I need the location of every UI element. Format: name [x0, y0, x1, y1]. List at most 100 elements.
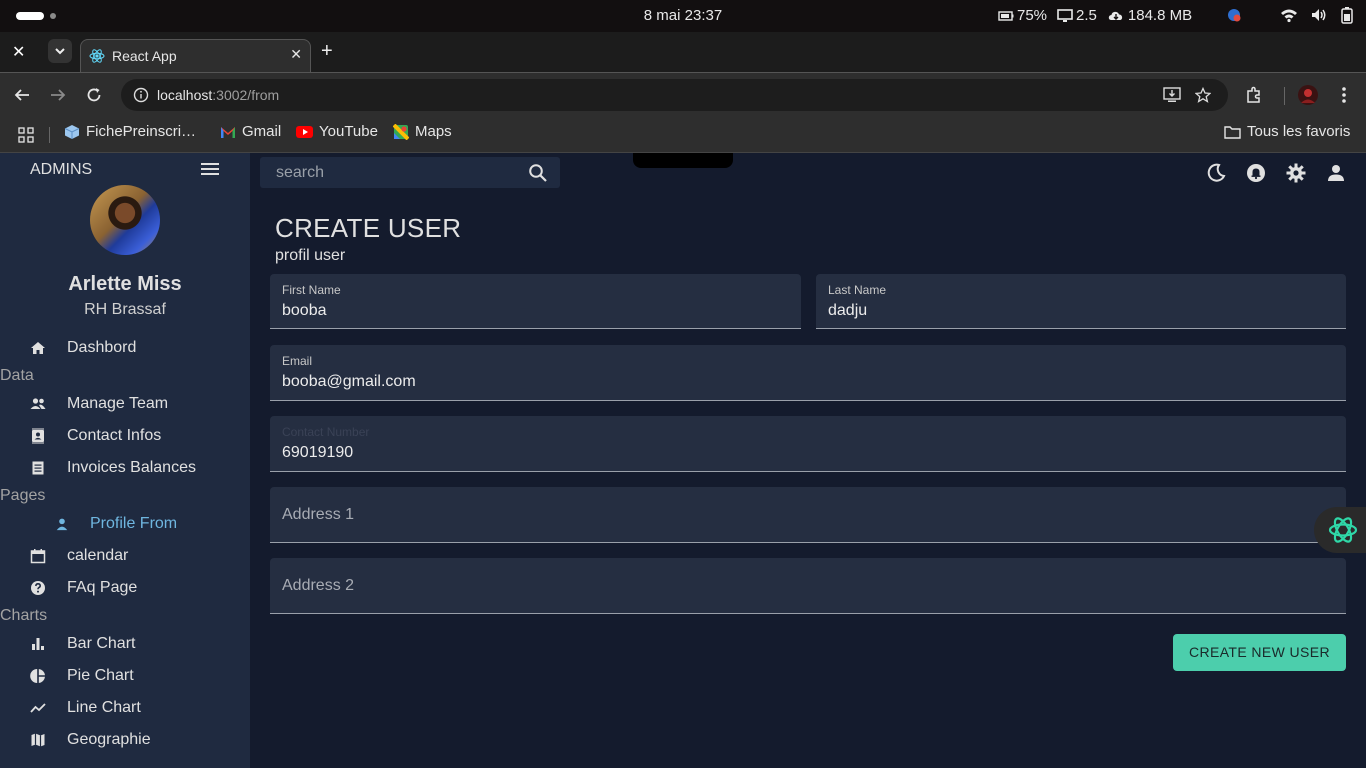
- browser-tab-active[interactable]: React App ✕: [80, 39, 311, 72]
- home-icon: [31, 342, 45, 354]
- sidebar-item-label: Dashbord: [67, 339, 137, 356]
- sidebar-item-dashboard[interactable]: Dashbord: [30, 339, 136, 357]
- system-stats: 75% 2.5 184.8 MB: [998, 7, 1192, 24]
- os-top-bar: 8 mai 23:37 75% 2.5 184.8 MB: [0, 0, 1366, 32]
- wifi-icon[interactable]: [1280, 7, 1298, 23]
- sidebar-item-label: Contact Infos: [67, 427, 162, 444]
- contact-number-field[interactable]: Contact Number 69019190: [270, 416, 1346, 472]
- sidebar-item-manage-team[interactable]: Manage Team: [30, 395, 168, 413]
- contacts-icon: [32, 428, 44, 444]
- first-name-value[interactable]: booba: [282, 302, 327, 320]
- section-data: Data: [0, 367, 34, 384]
- apps-grid-icon[interactable]: [18, 127, 34, 143]
- gmail-icon: [221, 126, 235, 138]
- sidebar-item-label: Line Chart: [67, 699, 141, 716]
- system-tray: [1226, 6, 1354, 24]
- sidebar-item-pie-chart[interactable]: Pie Chart: [30, 667, 134, 685]
- monitor-icon: [1057, 8, 1073, 22]
- search-icon[interactable]: [528, 163, 548, 183]
- sidebar-item-label: FAq Page: [67, 579, 138, 596]
- sidebar-item-label: Manage Team: [67, 395, 169, 412]
- tab-title: React App: [112, 48, 177, 64]
- memory-stat: 184.8 MB: [1107, 7, 1192, 24]
- settings-gear-icon[interactable]: [1286, 163, 1306, 183]
- hamburger-menu-icon[interactable]: [200, 162, 220, 176]
- forward-icon[interactable]: [49, 86, 67, 104]
- new-tab-icon[interactable]: +: [321, 40, 333, 63]
- address1-field[interactable]: Address 1: [270, 487, 1346, 543]
- memory-value: 184.8 MB: [1127, 7, 1193, 24]
- all-bookmarks[interactable]: Tous les favoris: [1224, 123, 1350, 140]
- close-tab-icon[interactable]: ✕: [290, 46, 302, 63]
- notifications-icon[interactable]: [1246, 163, 1266, 183]
- search-input[interactable]: [260, 157, 520, 188]
- map-icon: [31, 733, 45, 747]
- profile-avatar-icon[interactable]: [1297, 84, 1319, 106]
- load-value: 2.5: [1076, 7, 1097, 24]
- sidebar-item-label: Bar Chart: [67, 635, 136, 652]
- toolbar-divider: [1284, 87, 1285, 105]
- search-box: [260, 157, 560, 188]
- bookmark-label: FichePreinscri…: [86, 123, 197, 140]
- bookmark-maps[interactable]: Maps: [393, 123, 452, 140]
- close-window-icon[interactable]: ✕: [12, 42, 32, 62]
- reload-icon[interactable]: [85, 86, 103, 104]
- app-status-icon[interactable]: [1226, 7, 1242, 23]
- address-bar[interactable]: localhost:3002/from: [121, 79, 1228, 111]
- section-charts: Charts: [0, 607, 48, 624]
- url-path: :3002/from: [212, 87, 280, 103]
- extensions-icon[interactable]: [1245, 86, 1263, 104]
- last-name-field[interactable]: Last Name dadju: [816, 274, 1346, 329]
- ai-assistant-button[interactable]: [1314, 507, 1366, 553]
- contact-number-value[interactable]: 69019190: [282, 444, 353, 462]
- create-new-user-button[interactable]: CREATE NEW USER: [1173, 634, 1346, 671]
- sidebar-item-contact-infos[interactable]: Contact Infos: [30, 427, 161, 445]
- sidebar-item-profile-from[interactable]: Profile From: [55, 515, 177, 533]
- sidebar-item-line-chart[interactable]: Line Chart: [30, 699, 141, 717]
- site-info-icon[interactable]: [133, 87, 149, 103]
- browser-menu-icon[interactable]: [1336, 86, 1352, 104]
- account-icon[interactable]: [1326, 163, 1346, 183]
- sidebar-item-label: calendar: [67, 547, 129, 564]
- bookmark-fichepreinscri[interactable]: FichePreinscri…: [64, 123, 196, 140]
- sidebar-item-label: Profile From: [90, 515, 178, 532]
- bookmarks-bar: FichePreinscri… Gmail YouTube Maps Tous …: [0, 117, 1366, 153]
- contact-number-label: Contact Number: [282, 425, 370, 439]
- bookmark-youtube[interactable]: YouTube: [296, 123, 378, 140]
- youtube-icon: [296, 125, 313, 138]
- sidebar-item-invoices[interactable]: Invoices Balances: [30, 459, 196, 477]
- receipt-icon: [32, 461, 44, 475]
- bookmark-star-icon[interactable]: [1195, 87, 1211, 103]
- first-name-label: First Name: [282, 283, 341, 297]
- sidebar-item-geographie[interactable]: Geographie: [30, 731, 151, 749]
- calendar-icon: [30, 549, 46, 564]
- tab-search-button[interactable]: [48, 39, 72, 63]
- bar-chart-icon: [32, 638, 44, 650]
- address1-placeholder: Address 1: [282, 506, 355, 523]
- bookmark-label: YouTube: [319, 123, 378, 140]
- ai-assistant-icon: [1328, 517, 1358, 543]
- sidebar-item-bar-chart[interactable]: Bar Chart: [30, 635, 135, 653]
- install-app-icon[interactable]: [1163, 87, 1181, 103]
- sidebar-item-calendar[interactable]: calendar: [30, 547, 128, 565]
- url-text[interactable]: localhost:3002/from: [157, 87, 279, 103]
- back-icon[interactable]: [13, 86, 31, 104]
- volume-icon[interactable]: [1310, 7, 1328, 23]
- cube-icon: [64, 124, 80, 139]
- browser-toolbar: localhost:3002/from: [0, 72, 1366, 117]
- last-name-value[interactable]: dadju: [828, 302, 867, 320]
- cloud-download-icon: [1108, 11, 1123, 20]
- sidebar-item-label: Geographie: [67, 731, 151, 748]
- email-field[interactable]: Email booba@gmail.com: [270, 345, 1346, 401]
- dark-mode-icon[interactable]: [1206, 163, 1226, 183]
- all-bookmarks-label: Tous les favoris: [1247, 123, 1351, 140]
- email-value[interactable]: booba@gmail.com: [282, 373, 416, 391]
- react-icon: [89, 49, 105, 63]
- address2-field[interactable]: Address 2: [270, 558, 1346, 614]
- battery-tray-icon[interactable]: [1340, 6, 1354, 24]
- email-label: Email: [282, 354, 313, 368]
- first-name-field[interactable]: First Name booba: [270, 274, 801, 329]
- bookmark-gmail[interactable]: Gmail: [220, 123, 281, 140]
- person-icon: [56, 518, 68, 531]
- sidebar-item-faq[interactable]: FAq Page: [30, 579, 137, 597]
